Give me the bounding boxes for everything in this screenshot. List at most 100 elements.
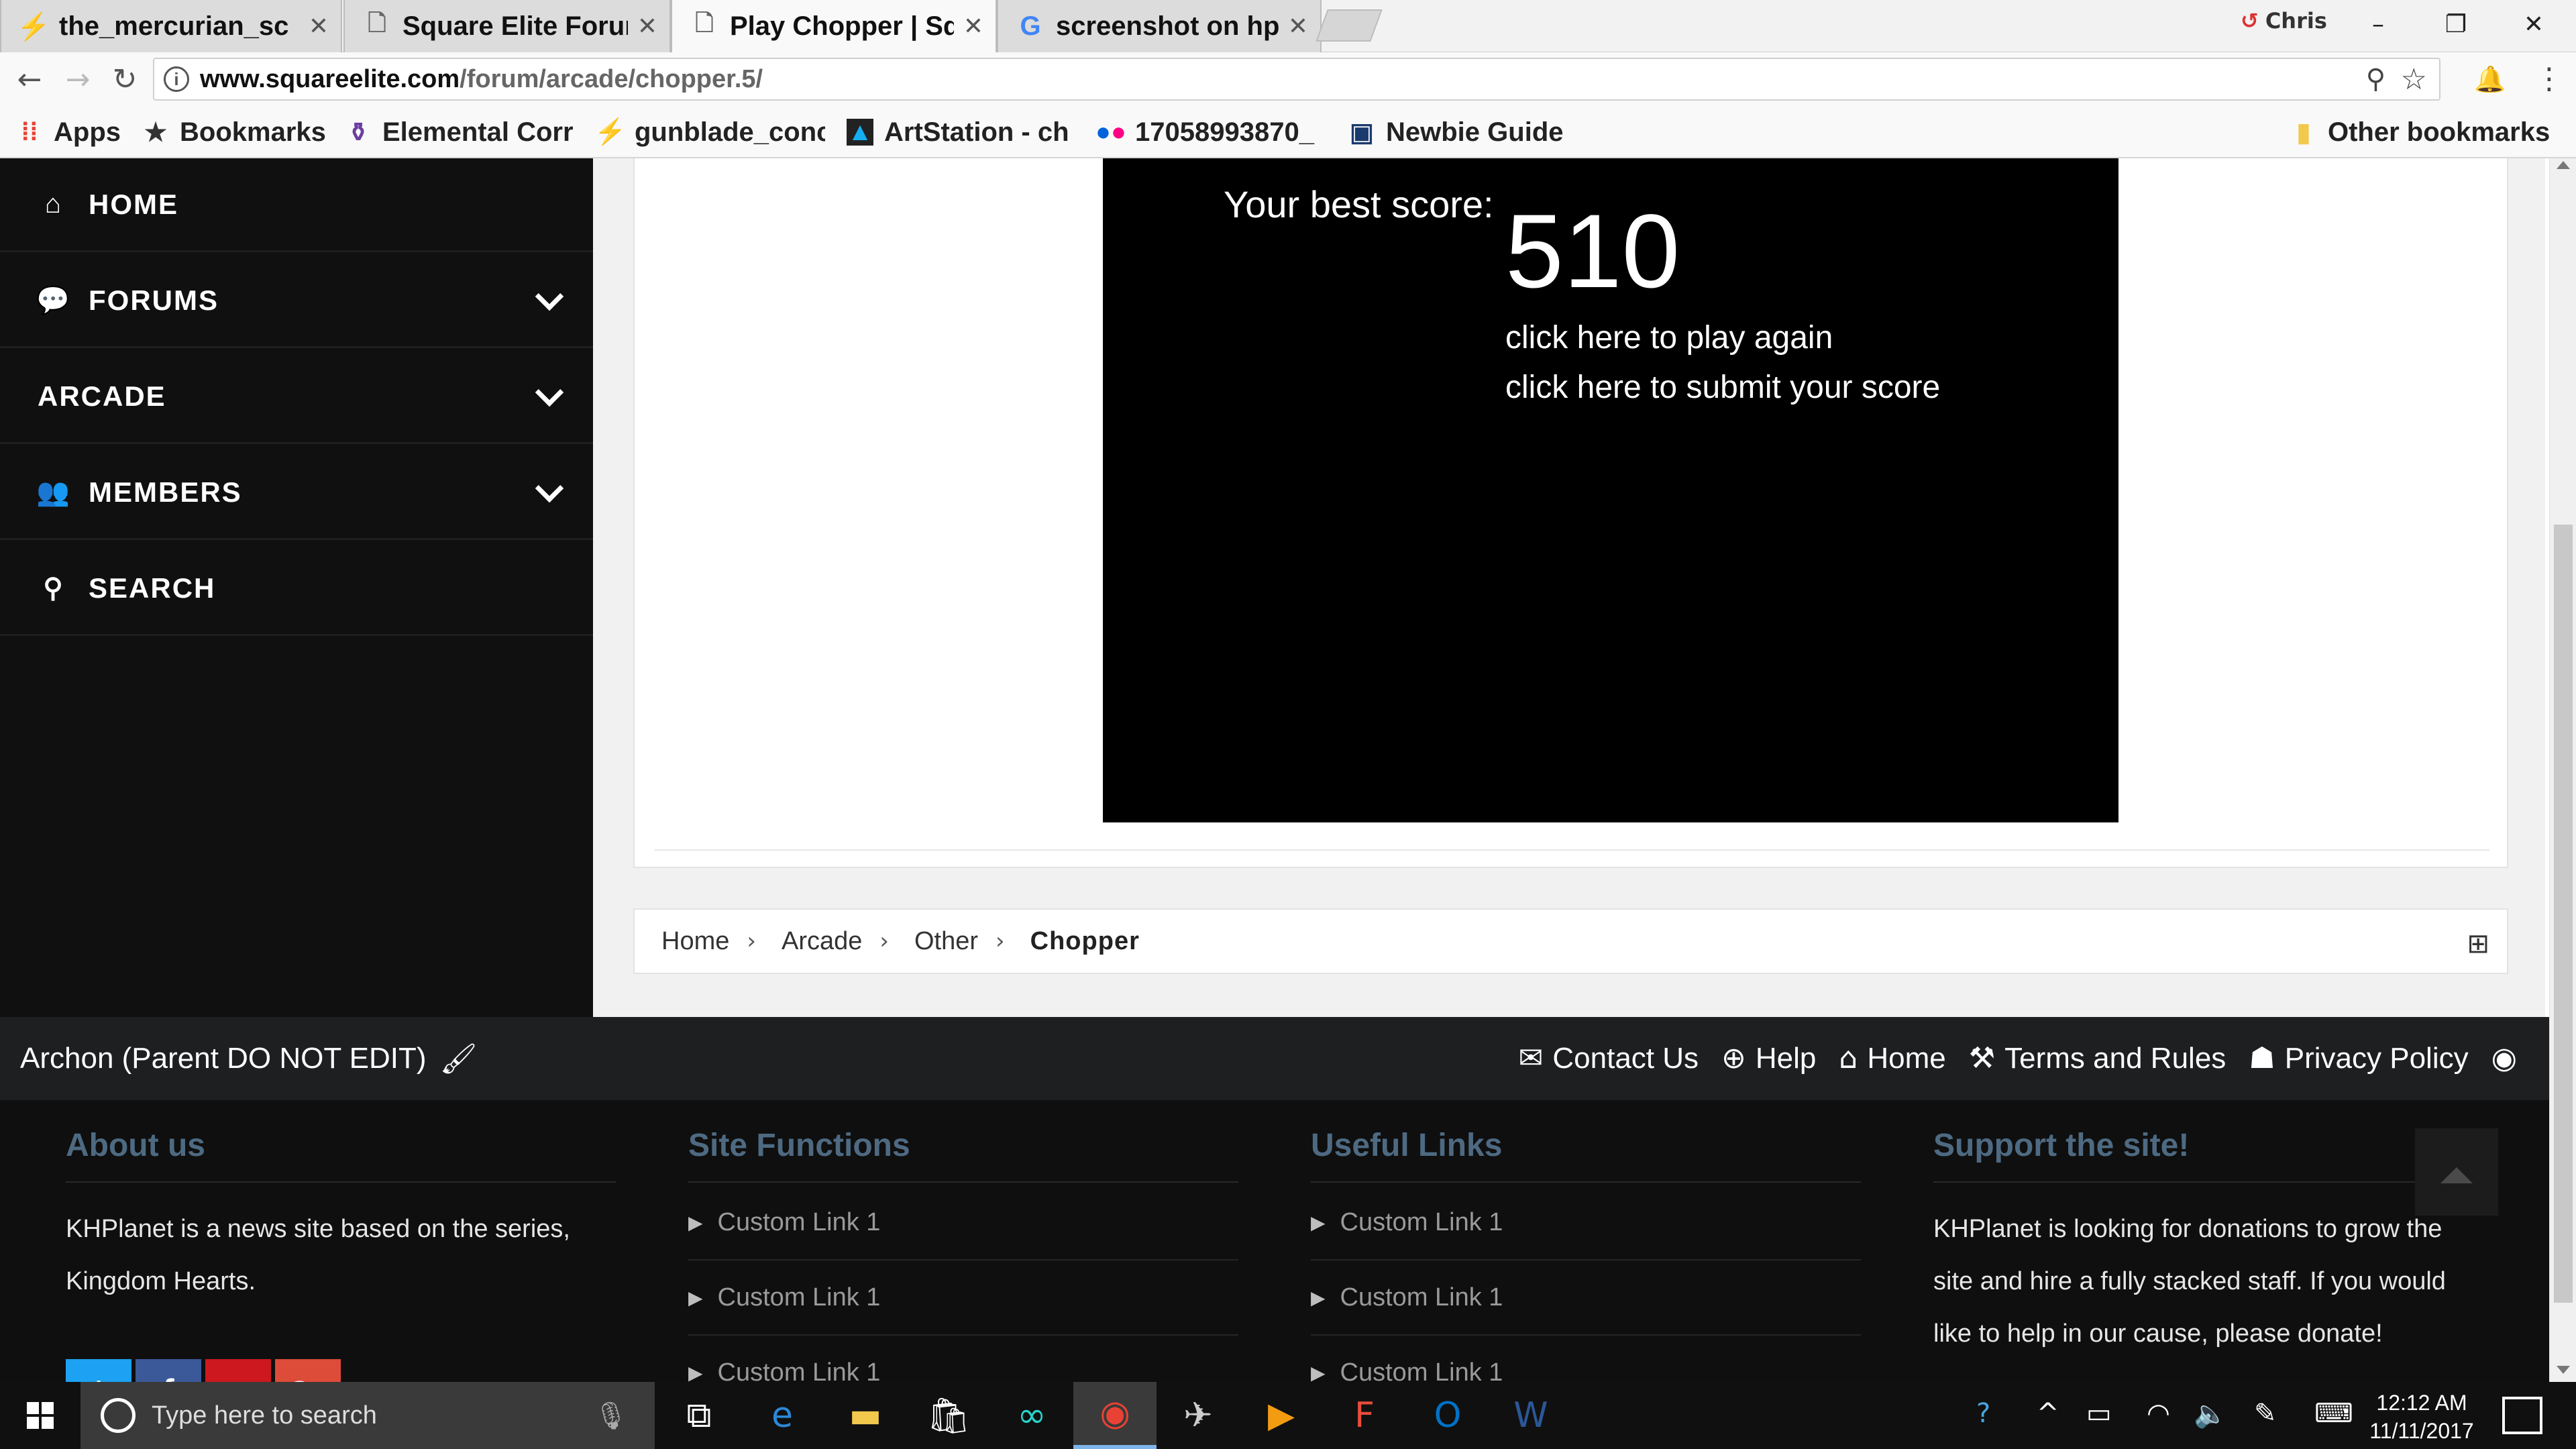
chevron-down-icon[interactable] xyxy=(535,474,564,503)
word-icon[interactable]: W xyxy=(1489,1382,1572,1449)
info-icon[interactable]: i xyxy=(164,66,189,92)
bookmark-item[interactable]: ▣ Newbie Guide xyxy=(1348,114,1583,150)
help-tray-icon[interactable]: ? xyxy=(1976,1398,1990,1429)
bookmark-item[interactable]: ⚡ gunblade_conc xyxy=(597,114,825,150)
bookmark-star-icon[interactable]: ☆ xyxy=(2401,62,2427,97)
chevron-right-icon: › xyxy=(747,928,756,955)
media-player-icon[interactable]: ▶ xyxy=(1240,1382,1323,1449)
profile-button[interactable]: ↺ Chris xyxy=(2241,8,2327,34)
caret-right-icon: ▶ xyxy=(688,1286,703,1309)
scroll-thumb[interactable] xyxy=(2554,525,2573,1303)
scroll-to-top-button[interactable] xyxy=(2415,1128,2498,1216)
sidebar-item-search[interactable]: ⚲ SEARCH xyxy=(0,542,593,636)
play-again-link[interactable]: click here to play again xyxy=(1505,319,1833,356)
new-tab-button[interactable] xyxy=(1316,9,1383,42)
chrome-icon[interactable]: ◉ xyxy=(1073,1382,1157,1449)
footer-link[interactable]: ▶ Custom Link 1 xyxy=(688,1260,1238,1336)
battery-icon[interactable]: ▭ xyxy=(2086,1398,2112,1429)
facebook-icon[interactable]: f xyxy=(136,1359,201,1382)
youtube-icon[interactable]: ▶ xyxy=(205,1359,271,1382)
sitemap-icon[interactable]: ⊞ xyxy=(2467,928,2489,959)
start-button[interactable] xyxy=(0,1382,80,1449)
address-bar[interactable]: i www.squareelite.com/forum/arcade/chopp… xyxy=(153,58,2440,101)
rss-link[interactable]: ◉ xyxy=(2491,1041,2526,1075)
breadcrumb-item[interactable]: Arcade › xyxy=(782,927,914,956)
chevron-up-icon[interactable]: ^ xyxy=(2037,1398,2059,1429)
bookmark-item[interactable]: ● ● 17058993870_ xyxy=(1097,114,1332,150)
file-explorer-icon[interactable]: ▬ xyxy=(824,1382,907,1449)
outlook-icon[interactable]: O xyxy=(1406,1382,1489,1449)
scroll-up-arrow[interactable] xyxy=(2557,161,2570,169)
contact-us-link[interactable]: ✉ Contact Us xyxy=(1519,1041,1699,1075)
chevron-down-icon[interactable] xyxy=(535,378,564,407)
bell-icon[interactable]: 🔔 xyxy=(2474,64,2506,95)
fusion-app-icon[interactable]: F xyxy=(1323,1382,1406,1449)
footer-support: Support the site! KHPlanet is looking fo… xyxy=(1933,1127,2483,1360)
close-tab-icon[interactable]: ✕ xyxy=(963,12,983,40)
help-link[interactable]: ⊕ Help xyxy=(1721,1041,1816,1075)
pen-icon[interactable]: ✎ xyxy=(2254,1398,2277,1429)
footer-link[interactable]: ▶ Custom Link 1 xyxy=(688,1336,1238,1383)
close-tab-icon[interactable]: ✕ xyxy=(1288,12,1308,40)
page-scrollbar[interactable] xyxy=(2549,158,2576,1382)
volume-icon[interactable]: 🔈 xyxy=(2194,1398,2227,1430)
terms-link[interactable]: ⚒ Terms and Rules xyxy=(1969,1041,2226,1075)
forward-button[interactable]: → xyxy=(58,60,98,98)
footer-body: About us KHPlanet is a news site based o… xyxy=(0,1100,2549,1382)
action-center-icon[interactable] xyxy=(2502,1397,2542,1434)
sidebar-item-home[interactable]: ⌂ HOME xyxy=(0,158,593,252)
browser-tab[interactable]: ⚡ the_mercurian_sc ✕ xyxy=(0,0,342,52)
taskbar: Type here to search 🎙 ⧉ e ▬ 🛍 ∞ ◉ ✈ ▶ F … xyxy=(0,1382,2576,1449)
store-icon[interactable]: 🛍 xyxy=(907,1382,990,1449)
close-tab-icon[interactable]: ✕ xyxy=(637,12,657,40)
breadcrumb-item[interactable]: Home › xyxy=(661,927,782,956)
other-bookmarks[interactable]: ▮ Other bookmarks xyxy=(2290,114,2551,150)
bookmark-item[interactable]: ▲ ArtStation - ch xyxy=(847,114,1081,150)
google-plus-icon[interactable]: G+ xyxy=(275,1359,341,1382)
bookmark-apps[interactable]: ⁞⁞ Apps xyxy=(16,114,121,150)
bookmark-folder[interactable]: ★ Bookmarks xyxy=(142,114,326,150)
microphone-icon[interactable]: 🎙 xyxy=(594,1400,628,1432)
sidebar-item-forums[interactable]: 💬 FORUMS xyxy=(0,254,593,348)
bookmark-item[interactable]: ⚱ Elemental Corr xyxy=(345,114,573,150)
close-window-button[interactable]: ✕ xyxy=(2497,4,2571,44)
menu-kebab-icon[interactable]: ⋮ xyxy=(2534,62,2564,96)
breadcrumb-current[interactable]: Chopper xyxy=(1030,927,1140,956)
footer-link[interactable]: ▶ Custom Link 1 xyxy=(688,1185,1238,1260)
browser-tab[interactable]: G screenshot on hp ✕ xyxy=(997,0,1322,52)
browser-tab-active[interactable]: 🗋 Play Chopper | Sq ✕ xyxy=(671,0,997,52)
minimize-button[interactable]: – xyxy=(2341,4,2415,44)
breadcrumb-item[interactable]: Other › xyxy=(914,927,1030,956)
privacy-link[interactable]: ☗ Privacy Policy xyxy=(2249,1041,2468,1075)
home-link[interactable]: ⌂ Home xyxy=(1839,1041,1945,1075)
rss-icon: ◉ xyxy=(2491,1041,2517,1075)
submit-score-link[interactable]: click here to submit your score xyxy=(1505,369,1940,406)
scroll-down-arrow[interactable] xyxy=(2557,1366,2570,1374)
footer-link[interactable]: ▶ Custom Link 1 xyxy=(1311,1260,1861,1336)
taskbar-search[interactable]: Type here to search 🎙 xyxy=(80,1382,655,1449)
chevron-down-icon[interactable] xyxy=(535,282,564,311)
clock[interactable]: 12:12 AM 11/11/2017 xyxy=(2361,1389,2482,1445)
game-canvas[interactable]: Your best score: 510 click here to play … xyxy=(1103,158,2118,822)
browser-tab[interactable]: 🗋 Square Elite Forur ✕ xyxy=(343,0,671,52)
toolbar: ← → ↻ i www.squareelite.com/forum/arcade… xyxy=(0,52,2576,106)
footer-link[interactable]: ▶ Custom Link 1 xyxy=(1311,1185,1861,1260)
infinity-app-icon[interactable]: ∞ xyxy=(990,1382,1073,1449)
rocket-app-icon[interactable]: ✈ xyxy=(1157,1382,1240,1449)
sidebar-item-members[interactable]: 👥 MEMBERS xyxy=(0,446,593,540)
task-view-icon[interactable]: ⧉ xyxy=(657,1382,741,1449)
footer-link[interactable]: ▶ Custom Link 1 xyxy=(1311,1336,1861,1383)
style-chooser[interactable]: Archon (Parent DO NOT EDIT) 🖌 xyxy=(20,1041,477,1076)
twitter-icon[interactable]: t xyxy=(66,1359,131,1382)
sidebar-item-arcade[interactable]: ARCADE xyxy=(0,350,593,444)
book-icon: ▣ xyxy=(1350,118,1374,147)
keyboard-icon[interactable]: ⌨ xyxy=(2314,1398,2353,1429)
wifi-icon[interactable]: ◠ xyxy=(2147,1398,2170,1429)
reload-button[interactable]: ↻ xyxy=(105,60,145,98)
back-button[interactable]: ← xyxy=(9,60,50,98)
restore-button[interactable]: ❐ xyxy=(2419,4,2493,44)
chevron-right-icon: › xyxy=(879,928,889,955)
zoom-icon[interactable]: ⚲ xyxy=(2366,64,2385,95)
edge-icon[interactable]: e xyxy=(741,1382,824,1449)
close-tab-icon[interactable]: ✕ xyxy=(309,12,329,40)
